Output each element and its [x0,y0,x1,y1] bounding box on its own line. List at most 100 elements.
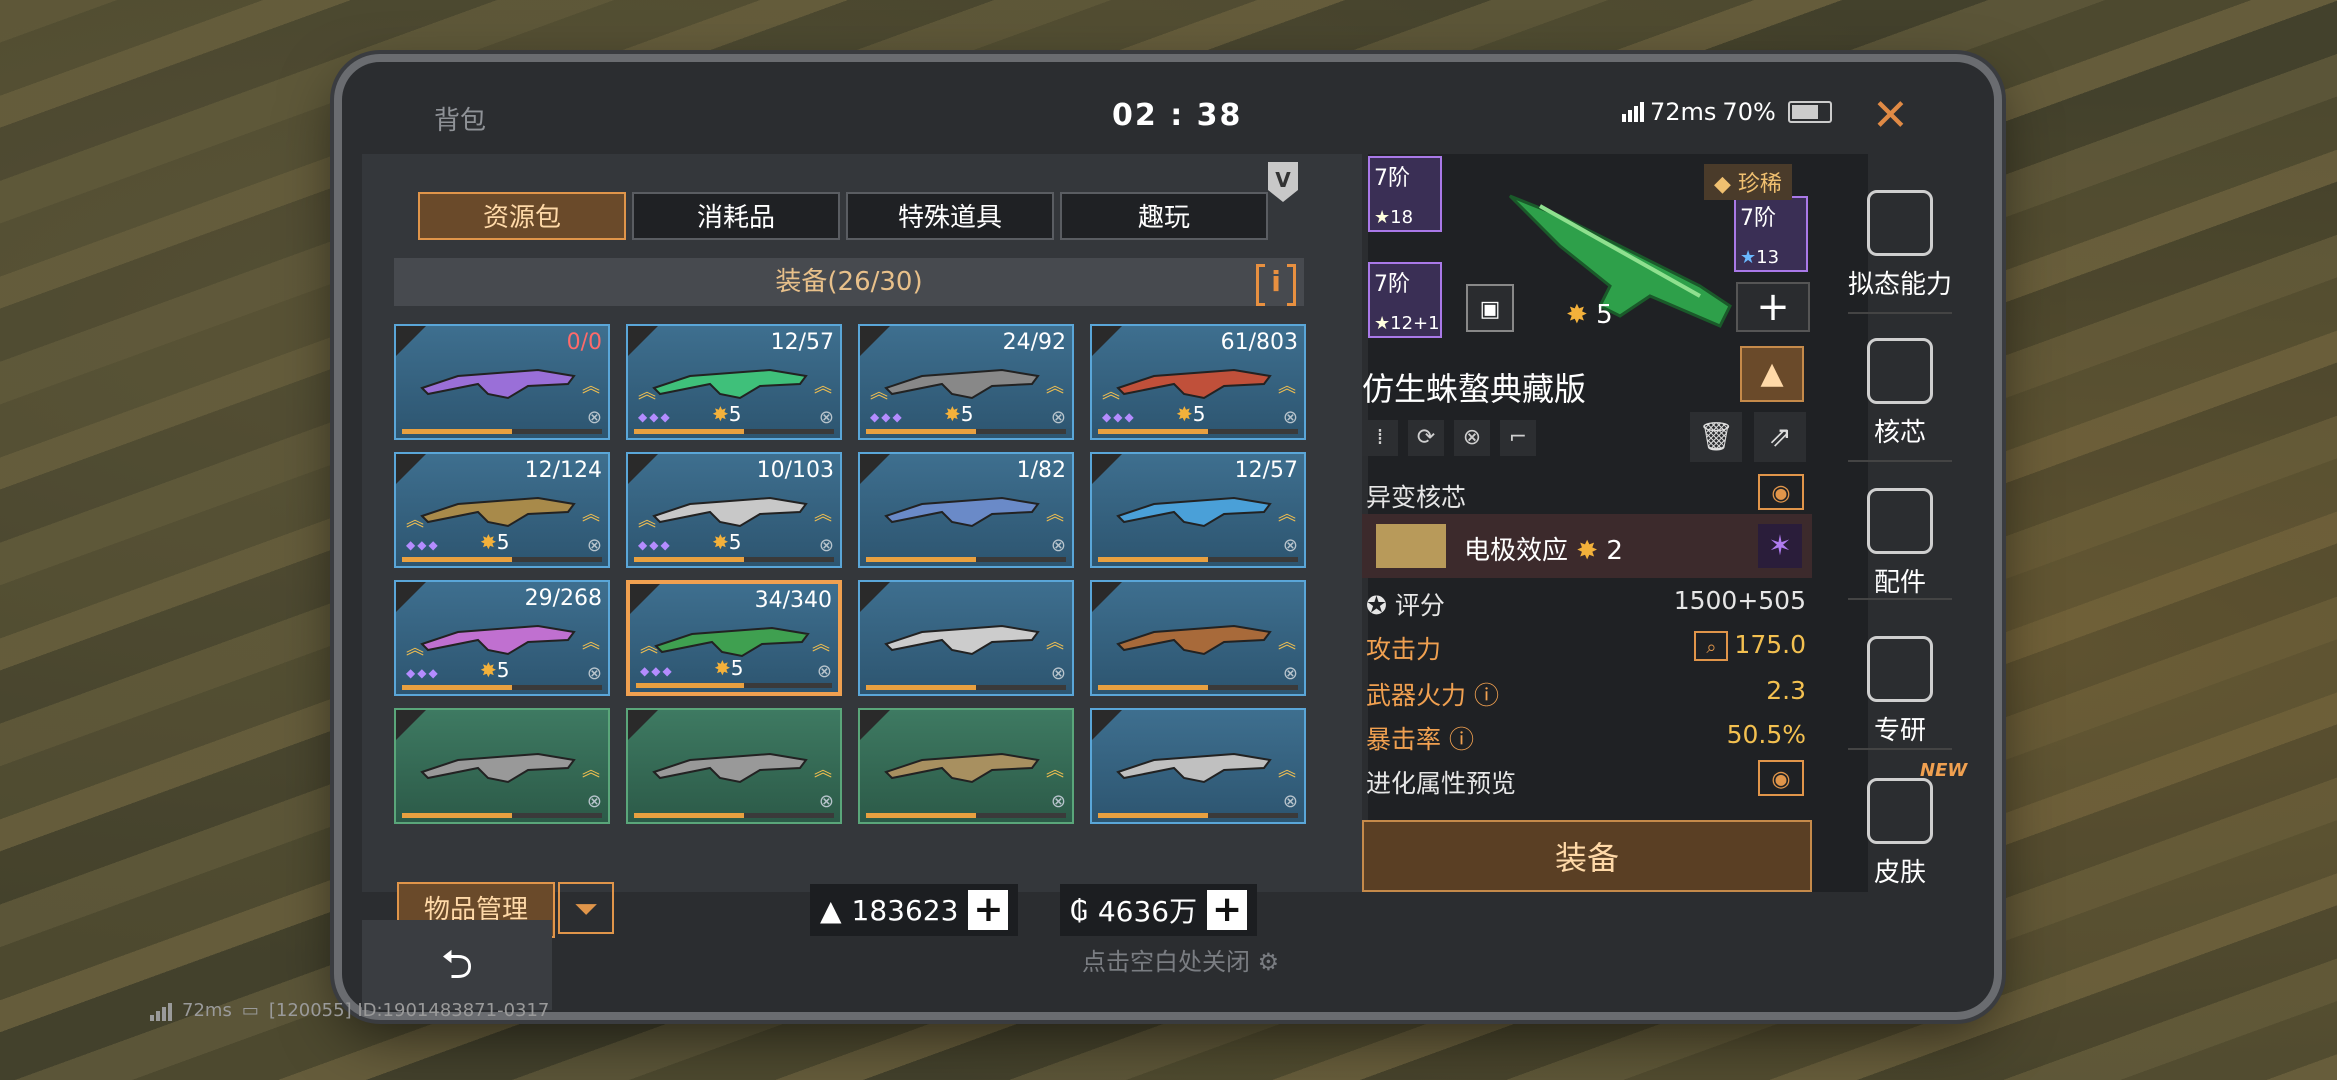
attachment-slot-icon[interactable]: ▣ [1466,284,1514,332]
eye-icon[interactable]: ◉ [1758,760,1804,796]
inventory-item[interactable]: ︽ ⊗ [626,708,842,824]
currency-crystal: ▲ 183623 + [810,884,1019,936]
inventory-item[interactable]: ︽ ⊗ [1090,580,1306,696]
inventory-item[interactable]: ︽ ⊗ [858,708,1074,824]
share-icon[interactable]: ⇗ [1754,412,1806,462]
inventory-item[interactable]: 34/340 ︽ ◆◆◆ ✸5 ︽ ⊗ [626,580,842,696]
item-stars: ✸5 [480,530,510,554]
progress-bar [634,557,834,562]
rank-dots: ◆◆◆ [1102,410,1136,424]
delete-icon[interactable]: 🗑 [1690,412,1742,462]
chevron-up-icon: ︽ [582,760,600,781]
progress-bar [1098,813,1298,818]
ammo-icon[interactable]: ⁞ [1362,420,1398,456]
inventory-item[interactable]: 24/92 ︽ ◆◆◆ ✸5 ︽ ⊗ [858,324,1074,440]
category-tabs: 资源包 消耗品 特殊道具 趣玩 [418,192,1268,240]
tab-special-items[interactable]: 特殊道具 [846,192,1054,240]
rarity-corner [396,710,426,740]
inventory-item[interactable]: 12/57 ︽ ⊗ [1090,452,1306,568]
add-coin-button[interactable]: + [1207,890,1248,930]
inventory-item[interactable]: 12/124 ︽ ◆◆◆ ✸5 ︽ ⊗ [394,452,610,568]
close-hint[interactable]: 点击空白处关闭 ⚙ [1082,942,1279,977]
debug-id: [120055] ID:1901483871-0317 [268,1000,550,1021]
firepower-value: 2.3 [1766,676,1806,705]
recycle-icon[interactable]: ⟳ [1408,420,1444,456]
inventory-item[interactable]: ︽ ⊗ [394,708,610,824]
score-value: 1500+505 [1673,586,1806,615]
inventory-item[interactable]: 12/57 ︽ ◆◆◆ ✸5 ︽ ⊗ [626,324,842,440]
back-arrow-icon: ⮌ [440,942,474,988]
inventory-item[interactable]: 29/268 ︽ ◆◆◆ ✸5 ︽ ⊗ [394,580,610,696]
tab-fun[interactable]: 趣玩 [1060,192,1268,240]
progress-bar [402,557,602,562]
back-button[interactable]: ⮌ [362,920,552,1010]
filter-icon[interactable]: ⏷ [558,882,614,934]
info-icon[interactable]: i [1256,264,1296,306]
inventory-item[interactable]: ︽ ⊗ [1090,708,1306,824]
upgrade-icon: ︽ [638,382,656,403]
attack-label: 攻击力 [1366,635,1442,664]
equip-button[interactable]: 装备 [1362,820,1812,892]
core-item[interactable]: 电极效应 ✸ 2 ✶ [1362,514,1812,578]
nav-mimic-ability[interactable]: 拟态能力 [1834,170,1966,310]
attack-value: 175.0 [1734,630,1806,659]
core-name: 电极效应 ✸ 2 [1464,536,1623,566]
inventory-item[interactable]: 10/103 ︽ ◆◆◆ ✸5 ︽ ⊗ [626,452,842,568]
nav-attachments[interactable]: 配件 [1834,468,1966,608]
chevron-up-icon: ︽ [1046,376,1064,397]
crossed-tools-icon: ⊗ [586,535,602,556]
add-slot-button[interactable]: + [1736,282,1810,332]
item-count: 12/57 [1234,458,1298,483]
nav-core[interactable]: 核芯 [1834,318,1966,458]
cross-icon[interactable]: ⊗ [1454,420,1490,456]
rarity-corner [1092,326,1122,356]
weapon-type-icon[interactable]: ▲ [1740,346,1804,402]
crystal-icon: ▲ [820,893,842,927]
nav-skin[interactable]: NEW 皮肤 [1834,758,1967,898]
electric-core-icon: ✶ [1758,524,1802,568]
tier-slot-1[interactable]: 7阶 ★18 [1368,156,1442,232]
eye-icon[interactable]: ◉ [1758,474,1804,510]
weapon-star-level: ✸ 5 [1566,300,1613,330]
weapon-thumbnail [420,368,576,400]
item-count: 0/0 [566,330,602,355]
tier-stars: ★12+1 [1374,313,1440,334]
rarity-corner [860,582,890,612]
skin-icon [1867,778,1933,844]
nav-research[interactable]: 专研 [1834,616,1966,756]
tier-slot-3[interactable]: 7阶 ★12+1 [1368,262,1442,338]
upgrade-icon: ︽ [1102,382,1120,403]
inventory-item[interactable]: 61/803 ︽ ◆◆◆ ✸5 ︽ ⊗ [1090,324,1306,440]
core-icon [1867,338,1933,404]
info-circle-icon: ⓘ [1448,725,1474,754]
rarity-corner [860,454,890,484]
gun-icon[interactable]: ⌐ [1500,420,1536,456]
rarity-corner [1092,454,1122,484]
chevron-up-icon: ︽ [1278,632,1296,653]
rarity-corner [396,454,426,484]
rarity-corner [396,326,426,356]
crossed-tools-icon: ⊗ [818,407,834,428]
tier-slot-2[interactable]: 7阶 ★13 [1734,196,1808,272]
add-crystal-button[interactable]: + [968,890,1009,930]
chevron-up-icon: ︽ [1278,760,1296,781]
inventory-item[interactable]: 1/82 ︽ ⊗ [858,452,1074,568]
debug-info: 72ms ▭ [120055] ID:1901483871-0317 [150,1000,549,1021]
inventory-item[interactable]: 0/0 ︽ ⊗ [394,324,610,440]
attribute-icons: ⁞ ⟳ ⊗ ⌐ [1362,420,1536,456]
tab-consumables[interactable]: 消耗品 [632,192,840,240]
chevron-up-icon: ︽ [1046,760,1064,781]
inventory-item[interactable]: ︽ ⊗ [858,580,1074,696]
progress-bar [866,685,1066,690]
tab-resource-pack[interactable]: 资源包 [418,192,626,240]
rarity-corner [396,582,426,612]
progress-bar [866,429,1066,434]
progress-bar [866,813,1066,818]
magnify-icon[interactable]: ⌕ [1694,631,1729,661]
battery-text: 70% [1722,98,1776,126]
item-stars: ✸5 [480,658,510,682]
currency-coin: ₲ 4636万 + [1060,884,1258,936]
chevron-up-icon: ︽ [1278,376,1296,397]
upgrade-icon: ︽ [640,636,658,657]
attack-value-wrap: ⌕ 175.0 [1694,630,1806,661]
